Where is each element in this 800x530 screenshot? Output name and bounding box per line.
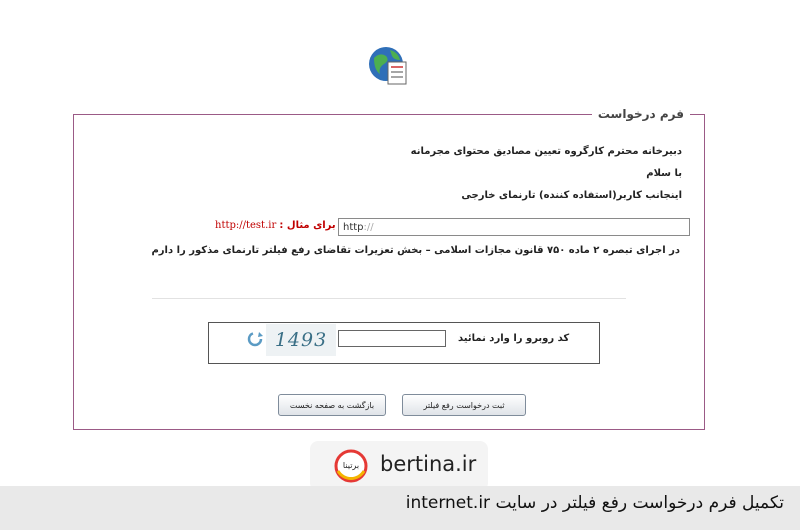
captcha-image: 1493 bbox=[266, 324, 336, 356]
url-input-suffix: :// bbox=[363, 221, 374, 233]
brand-logo-text: برتینا bbox=[343, 461, 359, 470]
refresh-icon[interactable] bbox=[246, 330, 264, 348]
url-input-value: http bbox=[343, 221, 364, 233]
divider bbox=[152, 298, 626, 299]
globe-document-icon bbox=[369, 47, 407, 85]
greeting-text: با سلام bbox=[646, 168, 682, 179]
captcha-input[interactable] bbox=[338, 330, 446, 347]
back-home-button[interactable]: بازگشت به صفحه نخست bbox=[278, 394, 386, 416]
example-url: http://test.ir bbox=[215, 220, 277, 231]
brand-name: bertina.ir bbox=[380, 452, 477, 476]
example-label: برای مثال : bbox=[279, 220, 336, 231]
request-text: در اجرای تبصره ۲ ماده ۷۵۰ قانون مجازات ا… bbox=[151, 245, 680, 256]
example-hint: برای مثال : http://test.ir bbox=[215, 220, 336, 231]
intro-text: اینجانب کاربر(استفاده کننده) تارنمای خار… bbox=[461, 190, 682, 201]
url-input[interactable]: http:// bbox=[338, 218, 690, 236]
caption-text: تکمیل فرم درخواست رفع فیلتر در سایت inte… bbox=[405, 493, 784, 513]
recipient-text: دبیرخانه محترم کارگروه تعیین مصادیق محتو… bbox=[410, 146, 682, 157]
submit-request-button[interactable]: ثبت درخواست رفع فیلتر bbox=[402, 394, 526, 416]
form-legend: فرم درخواست bbox=[597, 107, 684, 121]
captcha-label: کد روبرو را وارد نمائید bbox=[458, 333, 570, 344]
bertina-logo-icon: برتینا bbox=[334, 449, 368, 483]
